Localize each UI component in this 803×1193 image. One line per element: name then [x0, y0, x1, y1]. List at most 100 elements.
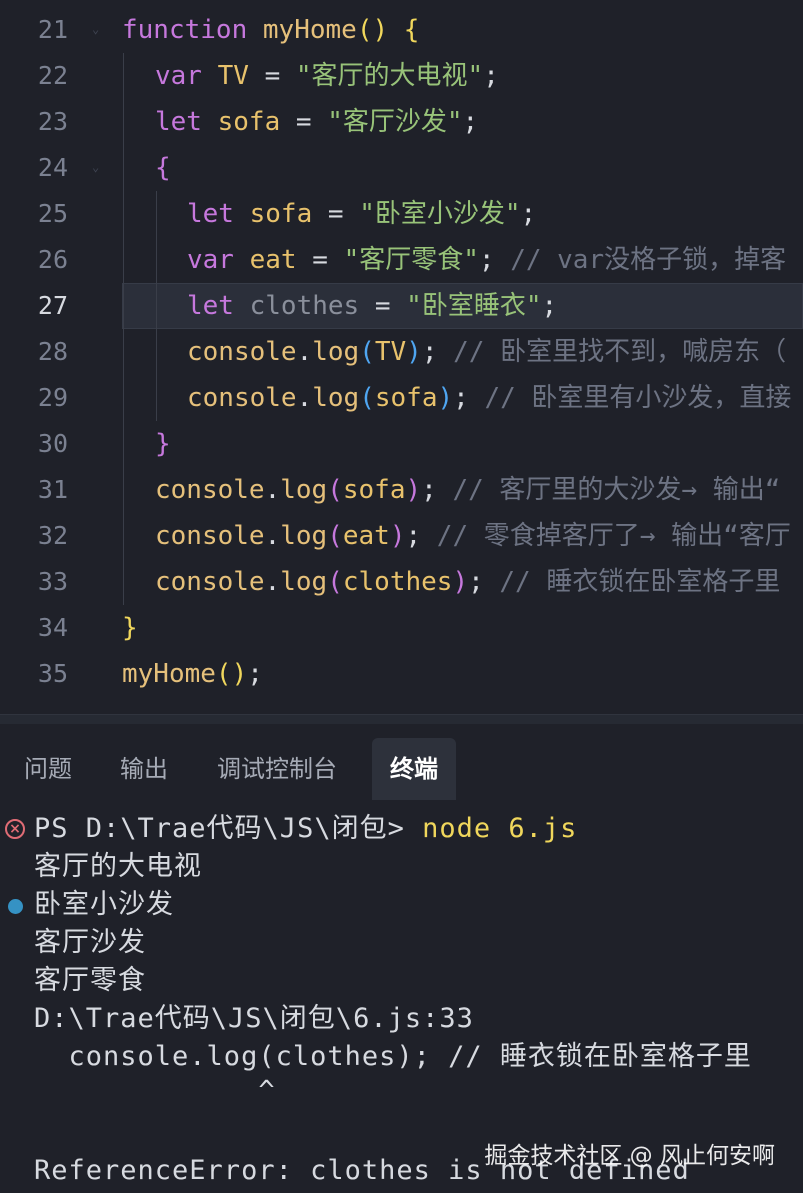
- code-token: "客厅沙发": [327, 107, 463, 137]
- code-text: var TV = "客厅的大电视";: [155, 53, 499, 99]
- line-number: 34: [37, 613, 68, 642]
- line-number: 31: [37, 475, 68, 504]
- code-token: (: [327, 475, 343, 505]
- code-token: var: [155, 61, 202, 91]
- line-number: 21: [37, 15, 68, 44]
- code-token: // 客厅里的大沙发→ 输出“: [452, 475, 781, 505]
- code-token: .: [296, 337, 313, 367]
- terminal-command: node 6.js: [422, 813, 578, 844]
- code-line[interactable]: 30}: [0, 421, 803, 467]
- code-token: ): [389, 521, 406, 551]
- terminal-trace-code: console.log(clothes); // 睡衣锁在卧室格子里: [34, 1041, 752, 1072]
- code-text: console.log(sofa); // 卧室里有小沙发，直接: [187, 375, 791, 421]
- code-line[interactable]: 33 console.log(clothes); // 睡衣锁在卧室格子里: [0, 559, 803, 605]
- error-circle-icon: ×: [5, 819, 25, 839]
- tab-problems[interactable]: 问题: [24, 738, 84, 800]
- code-line[interactable]: 21 ⌄ function myHome() {: [0, 7, 803, 53]
- code-line[interactable]: 27 let clothes = "卧室睡衣";: [0, 283, 803, 329]
- code-token: ;: [247, 659, 263, 689]
- dot-marker-icon: [8, 899, 23, 914]
- code-token: }: [155, 429, 171, 459]
- code-token: "客厅零食": [343, 245, 479, 275]
- code-text: {: [155, 145, 171, 191]
- code-line[interactable]: 22 var TV = "客厅的大电视";: [0, 53, 803, 99]
- code-text: let sofa = "卧室小沙发";: [187, 191, 536, 237]
- code-token: myHome: [262, 15, 357, 45]
- code-token: =: [312, 199, 360, 229]
- code-token: // 卧室里有小沙发，直接: [484, 383, 792, 413]
- terminal-output-line: 客厅沙发: [34, 927, 146, 958]
- code-token: sofa: [217, 107, 281, 137]
- code-text: console.log(sofa); // 客厅里的大沙发→ 输出“: [155, 467, 780, 513]
- code-token: let: [187, 291, 234, 321]
- code-line[interactable]: 24 ⌄ {: [0, 145, 803, 191]
- line-number: 33: [37, 567, 68, 596]
- code-token: myHome: [122, 659, 216, 689]
- code-line[interactable]: 29 console.log(sofa); // 卧室里有小沙发，直接: [0, 375, 803, 421]
- code-token: ): [406, 337, 422, 367]
- code-token: let: [187, 199, 234, 229]
- code-token: sofa: [342, 475, 406, 505]
- line-number: 30: [37, 429, 68, 458]
- code-token: let: [155, 107, 202, 137]
- code-token: {: [155, 153, 171, 183]
- line-number: 23: [37, 107, 68, 136]
- code-editor[interactable]: 21 ⌄ function myHome() {22 var TV = "客厅的大电视…: [0, 0, 803, 714]
- code-text: var eat = "客厅零食"; // var没格子锁，掉客: [187, 237, 786, 283]
- code-token: ;: [462, 107, 479, 137]
- code-token: ;: [453, 383, 485, 413]
- code-text: }: [122, 605, 138, 651]
- code-token: ;: [421, 475, 453, 505]
- terminal-prompt-line: PS D:\Trae代码\JS\闭包> node 6.js: [34, 810, 577, 848]
- code-token: eat: [249, 245, 297, 275]
- tab-terminal[interactable]: 终端: [372, 738, 456, 800]
- code-token: }: [122, 613, 138, 643]
- code-line[interactable]: 35 myHome();: [0, 651, 803, 697]
- code-line[interactable]: 28 console.log(TV); // 卧室里找不到，喊房东（: [0, 329, 803, 375]
- code-token: console: [155, 475, 265, 505]
- tab-output[interactable]: 输出: [120, 738, 180, 800]
- code-token: ;: [541, 291, 558, 321]
- line-number: 35: [37, 659, 68, 688]
- code-token: ;: [421, 337, 454, 367]
- code-token: "卧室小沙发": [359, 199, 521, 229]
- code-token: {: [403, 15, 420, 45]
- line-number: 27: [37, 291, 68, 320]
- code-token: sofa: [249, 199, 313, 229]
- code-token: (: [327, 567, 343, 597]
- code-line[interactable]: 25 let sofa = "卧室小沙发";: [0, 191, 803, 237]
- code-token: clothes: [342, 567, 453, 597]
- code-line[interactable]: 31 console.log(sofa); // 客厅里的大沙发→ 输出“: [0, 467, 803, 513]
- tab-debug-console[interactable]: 调试控制台: [217, 738, 357, 800]
- code-token: // 卧室里找不到，喊房东（: [453, 337, 787, 367]
- terminal-output-line: 客厅的大电视: [34, 851, 202, 882]
- fold-chevron-icon[interactable]: ⌄: [92, 23, 102, 35]
- code-token: clothes: [249, 291, 360, 321]
- code-text: myHome();: [122, 651, 263, 697]
- code-line[interactable]: 34}: [0, 605, 803, 651]
- code-token: ;: [483, 61, 499, 91]
- fold-chevron-icon[interactable]: ⌄: [92, 161, 102, 173]
- code-token: log: [312, 337, 360, 367]
- code-line[interactable]: 23 let sofa = "客厅沙发";: [0, 99, 803, 145]
- code-text: }: [155, 421, 171, 467]
- code-token: // var没格子锁，掉客: [510, 245, 787, 275]
- code-line[interactable]: 26 var eat = "客厅零食"; // var没格子锁，掉客: [0, 237, 803, 283]
- line-number: 25: [37, 199, 68, 228]
- code-token: ;: [520, 199, 537, 229]
- line-number: 29: [37, 383, 68, 412]
- code-token: TV: [217, 61, 249, 91]
- code-line[interactable]: 32 console.log(eat); // 零食掉客厅了→ 输出“客厅: [0, 513, 803, 559]
- line-number: 24: [37, 153, 68, 182]
- code-token: "卧室睡衣": [406, 291, 542, 321]
- line-number: 22: [37, 61, 68, 90]
- code-token: // 零食掉客厅了→ 输出“客厅: [436, 521, 791, 551]
- code-token: .: [296, 383, 313, 413]
- indent-guide: [123, 53, 124, 605]
